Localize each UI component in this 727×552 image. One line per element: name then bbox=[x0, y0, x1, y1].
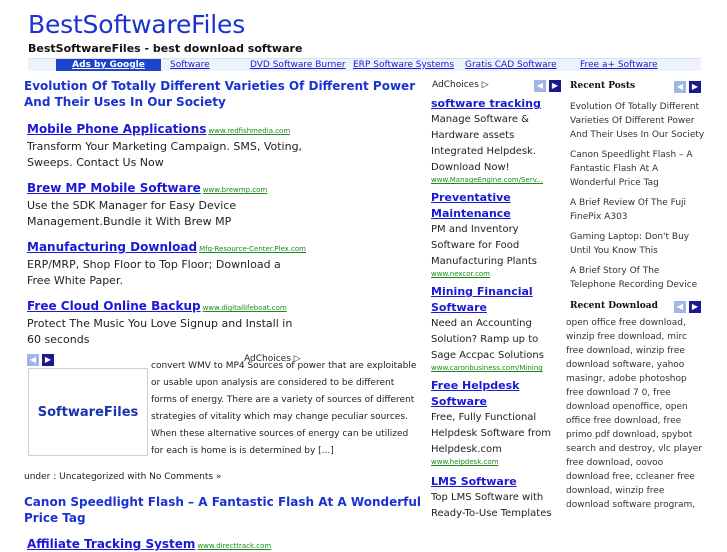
mid-ad-unit: LMS Software Top LMS Software with Ready… bbox=[431, 474, 561, 522]
ad-unit: Brew MP Mobile Software www.brewmp.com Us… bbox=[24, 177, 424, 230]
post-title[interactable]: Canon Speedlight Flash – A Fantastic Fla… bbox=[24, 494, 424, 526]
chevron-right-icon[interactable]: ▶ bbox=[689, 81, 701, 93]
ad-title-link[interactable]: Affiliate Tracking System bbox=[27, 537, 195, 551]
ad-url-link[interactable]: www.helpdesk.com bbox=[431, 458, 561, 466]
ad-url-link[interactable]: www.digitallifeboat.com bbox=[203, 304, 287, 312]
ads-by-google-label[interactable]: Ads by Google bbox=[56, 59, 161, 71]
recent-post-link[interactable]: Gaming Laptop: Don't Buy Until You Know … bbox=[570, 230, 706, 258]
recent-download-heading: Recent Download bbox=[570, 301, 658, 311]
meta-prefix: under : bbox=[24, 472, 60, 482]
site-title[interactable]: BestSoftwareFiles bbox=[28, 10, 245, 39]
ad-title-link[interactable]: Manufacturing Download bbox=[27, 240, 197, 254]
category-link[interactable]: Uncategorized bbox=[59, 472, 124, 482]
ad-description: Use the SDK Manager for Easy Device Mana… bbox=[27, 199, 237, 228]
mid-ad-unit: Mining Financial Software Need an Accoun… bbox=[431, 284, 561, 372]
ad-url-link[interactable]: www.caronbusiness.com/Mining bbox=[431, 364, 561, 372]
ad-unit: Free Cloud Online Backup www.digitallifeb… bbox=[24, 295, 424, 348]
ad-description: Free, Fully Functional Helpdesk Software… bbox=[431, 412, 552, 455]
ad-url-link[interactable]: www.nexcor.com bbox=[431, 270, 561, 278]
ad-description: Protect The Music You Love Signup and In… bbox=[27, 317, 293, 346]
post-excerpt: convert WMV to MP4 Sources of power that… bbox=[151, 361, 417, 456]
ad-url-link[interactable]: www.directtrack.com bbox=[197, 542, 271, 550]
post-meta: under : Uncategorized with No Comments » bbox=[24, 472, 221, 482]
nav-link-erp-software-systems[interactable]: ERP Software Systems bbox=[353, 59, 454, 71]
recent-post-link[interactable]: A Brief Story Of The Telephone Recording… bbox=[570, 264, 706, 292]
recent-posts-header: Recent Posts ◀ ▶ bbox=[566, 78, 706, 96]
ad-title-link[interactable]: Preventative Maintenance bbox=[431, 190, 561, 222]
ad-title-link[interactable]: Free Helpdesk Software bbox=[431, 378, 561, 410]
ad-description: Transform Your Marketing Campaign. SMS, … bbox=[27, 140, 303, 169]
ad-unit: Mobile Phone Applications www.redfishmedi… bbox=[24, 118, 424, 171]
main-content: Evolution Of Totally Different Varieties… bbox=[24, 78, 424, 368]
mid-ad-unit: Free Helpdesk Software Free, Fully Funct… bbox=[431, 378, 561, 466]
nav-link-software[interactable]: Software bbox=[170, 59, 210, 71]
logo-text: SoftwareFiles bbox=[37, 404, 139, 420]
ad-title-link[interactable]: Free Cloud Online Backup bbox=[27, 299, 201, 313]
chevron-left-icon[interactable]: ◀ bbox=[674, 81, 686, 93]
ad-title-link[interactable]: Brew MP Mobile Software bbox=[27, 181, 201, 195]
chevron-right-icon[interactable]: ▶ bbox=[549, 80, 561, 92]
ad-title-link[interactable]: software tracking bbox=[431, 96, 561, 112]
recent-post-link[interactable]: Canon Speedlight Flash – A Fantastic Fla… bbox=[570, 148, 706, 190]
recent-posts-heading: Recent Posts bbox=[570, 81, 636, 91]
middle-ad-column: AdChoices ▷ ◀ ▶ software tracking Manage… bbox=[431, 78, 561, 522]
adchoices-label[interactable]: AdChoices ▷ bbox=[432, 80, 489, 90]
chevron-left-icon[interactable]: ◀ bbox=[534, 80, 546, 92]
post-title[interactable]: Evolution Of Totally Different Varieties… bbox=[24, 78, 424, 110]
recent-post-link[interactable]: Evolution Of Totally Different Varieties… bbox=[570, 100, 706, 142]
mid-ad-unit: software tracking Manage Software & Hard… bbox=[431, 96, 561, 184]
ad-unit: Manufacturing Download Mfg-Resource-Cente… bbox=[24, 236, 424, 289]
ad-description: Need an Accounting Solution? Ramp up to … bbox=[431, 318, 544, 361]
mid-ad-header: AdChoices ▷ ◀ ▶ bbox=[431, 78, 561, 94]
recent-post-link[interactable]: A Brief Review Of The Fuji FinePix A303 bbox=[570, 196, 706, 224]
ad-description: Top LMS Software with Ready-To-Use Templ… bbox=[431, 492, 552, 519]
ad-unit: Affiliate Tracking System www.directtrack… bbox=[27, 533, 271, 552]
recent-download-header: Recent Download ◀ ▶ bbox=[566, 298, 706, 316]
ad-url-link[interactable]: www.brewmp.com bbox=[203, 186, 267, 194]
chevron-left-icon[interactable]: ◀ bbox=[674, 301, 686, 313]
ad-title-link[interactable]: LMS Software bbox=[431, 474, 561, 490]
recent-download-list[interactable]: open office free download, winzip free d… bbox=[566, 316, 702, 512]
ad-description: Manage Software & Hardware assets Integr… bbox=[431, 114, 537, 173]
sidebar: Recent Posts ◀ ▶ Evolution Of Totally Di… bbox=[566, 78, 706, 512]
mid-ad-unit: Preventative Maintenance PM and Inventor… bbox=[431, 190, 561, 278]
ad-url-link[interactable]: www.redfishmedia.com bbox=[208, 127, 290, 135]
chevron-left-icon[interactable]: ◀ bbox=[27, 354, 39, 366]
chevron-right-icon[interactable]: ▶ bbox=[689, 301, 701, 313]
ad-url-link[interactable]: Mfg-Resource-Center.Plex.com bbox=[199, 245, 306, 253]
chevron-right-icon[interactable]: ▶ bbox=[42, 354, 54, 366]
meta-with: with bbox=[124, 472, 150, 482]
softwarefiles-logo: SoftwareFiles bbox=[28, 368, 148, 456]
site-tagline: BestSoftwareFiles - best download softwa… bbox=[28, 42, 303, 55]
ad-url-link[interactable]: www.ManageEngine.com/Serv... bbox=[431, 176, 561, 184]
nav-link-free-a-software[interactable]: Free a+ Software bbox=[580, 59, 658, 71]
nav-bar: Ads by Google Software DVD Software Burn… bbox=[28, 58, 701, 71]
ad-title-link[interactable]: Mining Financial Software bbox=[431, 284, 561, 316]
nav-link-gratis-cad-software[interactable]: Gratis CAD Software bbox=[465, 59, 557, 71]
ad-description: PM and Inventory Software for Food Manuf… bbox=[431, 224, 537, 267]
nav-link-dvd-software-burner[interactable]: DVD Software Burner bbox=[250, 59, 346, 71]
ad-title-link[interactable]: Mobile Phone Applications bbox=[27, 122, 206, 136]
comments-link[interactable]: No Comments » bbox=[149, 472, 221, 482]
ad-description: ERP/MRP, Shop Floor to Top Floor; Downlo… bbox=[27, 258, 281, 287]
